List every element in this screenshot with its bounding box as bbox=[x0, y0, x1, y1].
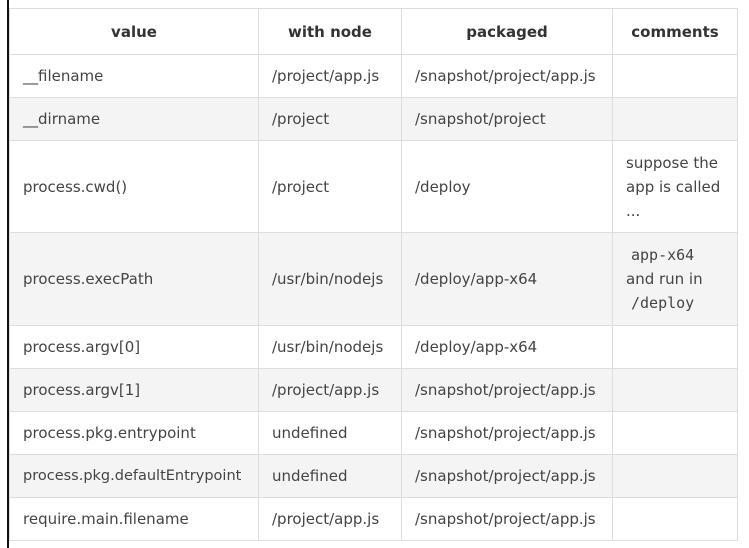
cell-comments: app-x64 and run in /deploy bbox=[612, 232, 738, 326]
cell-comments bbox=[612, 97, 738, 141]
cell-comments: suppose the app is called ... bbox=[612, 140, 738, 233]
cell-value: process.cwd() bbox=[9, 140, 259, 233]
cell-with-node: /usr/bin/nodejs bbox=[258, 232, 402, 326]
cell-packaged: /deploy bbox=[401, 140, 613, 233]
cell-value: __filename bbox=[9, 54, 259, 98]
header-packaged: packaged bbox=[401, 8, 613, 55]
cell-comments bbox=[612, 325, 738, 369]
cell-with-node: /project bbox=[258, 140, 402, 233]
cell-packaged: /snapshot/project/app.js bbox=[401, 54, 613, 98]
comment-code: /deploy bbox=[631, 294, 695, 312]
comment-text: and run in bbox=[626, 270, 703, 288]
cell-comments bbox=[612, 368, 738, 412]
table-row: require.main.filename /project/app.js /s… bbox=[9, 497, 738, 541]
cell-packaged: /deploy/app-x64 bbox=[401, 232, 613, 326]
cell-with-node: /project/app.js bbox=[258, 368, 402, 412]
table-row: process.pkg.entrypoint undefined /snapsh… bbox=[9, 411, 738, 455]
header-value: value bbox=[9, 8, 259, 55]
cell-comments bbox=[612, 54, 738, 98]
header-label: comments bbox=[631, 22, 719, 41]
header-label: with bbox=[288, 22, 331, 41]
table-row: process.pkg.defaultEntrypoint undefined … bbox=[9, 454, 738, 498]
cell-with-node: /project bbox=[258, 97, 402, 141]
table-row: process.argv[0] /usr/bin/nodejs /deploy/… bbox=[9, 325, 738, 369]
table-row: process.cwd() /project /deploy suppose t… bbox=[9, 140, 738, 233]
cell-packaged: /snapshot/project/app.js bbox=[401, 411, 613, 455]
cell-value: process.execPath bbox=[9, 232, 259, 326]
cell-with-node: /project/app.js bbox=[258, 54, 402, 98]
cell-comments bbox=[612, 411, 738, 455]
table-row: process.argv[1] /project/app.js /snapsho… bbox=[9, 368, 738, 412]
cell-with-node: undefined bbox=[258, 454, 402, 498]
cell-value: process.argv[0] bbox=[9, 325, 259, 369]
cell-comments bbox=[612, 497, 738, 541]
table-header-row: value with node packaged comments bbox=[9, 8, 738, 55]
table-row: __dirname /project /snapshot/project bbox=[9, 97, 738, 141]
path-values-table: value with node packaged comments __file… bbox=[9, 8, 738, 541]
table-row: process.execPath /usr/bin/nodejs /deploy… bbox=[9, 232, 738, 326]
cell-value: __dirname bbox=[9, 97, 259, 141]
cell-packaged: /snapshot/project/app.js bbox=[401, 368, 613, 412]
cell-comments bbox=[612, 454, 738, 498]
cell-packaged: /snapshot/project/app.js bbox=[401, 497, 613, 541]
cell-packaged: /deploy/app-x64 bbox=[401, 325, 613, 369]
cell-value: process.pkg.defaultEntrypoint bbox=[9, 454, 259, 498]
cell-with-node: undefined bbox=[258, 411, 402, 455]
cell-with-node: /project/app.js bbox=[258, 497, 402, 541]
header-label: value bbox=[111, 22, 157, 41]
cell-value: process.argv[1] bbox=[9, 368, 259, 412]
table-row: __filename /project/app.js /snapshot/pro… bbox=[9, 54, 738, 98]
cell-value: process.pkg.entrypoint bbox=[9, 411, 259, 455]
cell-packaged: /snapshot/project bbox=[401, 97, 613, 141]
cell-packaged: /snapshot/project/app.js bbox=[401, 454, 613, 498]
comment-code: app-x64 bbox=[631, 246, 695, 264]
header-code: node bbox=[330, 22, 372, 41]
header-label: packaged bbox=[466, 22, 548, 41]
header-comments: comments bbox=[612, 8, 738, 55]
cell-with-node: /usr/bin/nodejs bbox=[258, 325, 402, 369]
cell-value: require.main.filename bbox=[9, 497, 259, 541]
header-with-node: with node bbox=[258, 8, 402, 55]
